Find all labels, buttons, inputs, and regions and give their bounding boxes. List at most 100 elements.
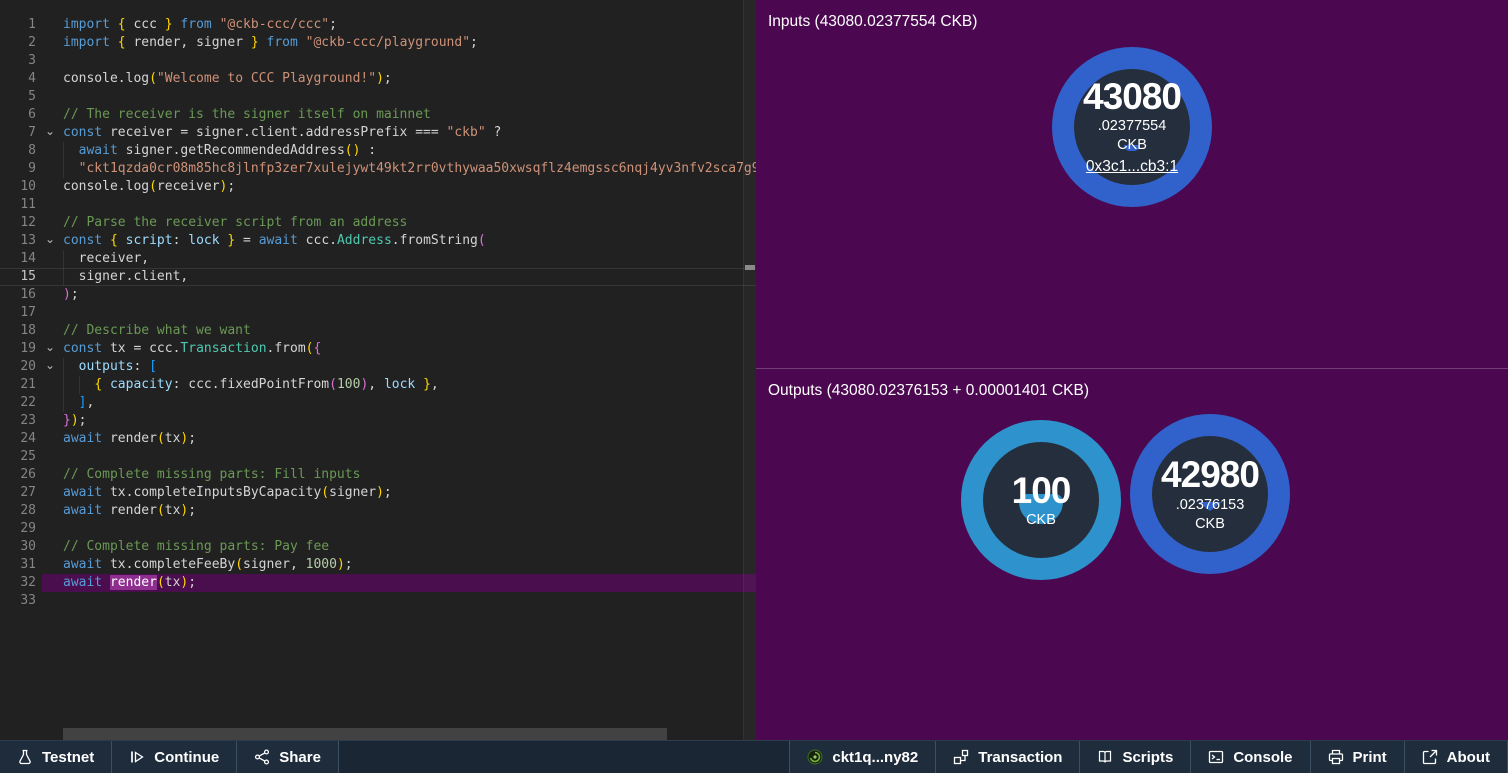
code-content[interactable]: import { ccc } from "@ckb-ccc/ccc"; bbox=[42, 16, 756, 34]
about-button[interactable]: About bbox=[1405, 741, 1508, 773]
code-line[interactable]: 21 { capacity: ccc.fixedPointFrom(100), … bbox=[0, 376, 756, 394]
code-editor[interactable]: 1import { ccc } from "@ckb-ccc/ccc";2imp… bbox=[0, 0, 756, 740]
outpoint-link[interactable]: 0x3c1...cb3:1 bbox=[1086, 158, 1178, 176]
code-line[interactable]: 23}); bbox=[0, 412, 756, 430]
code-content[interactable]: console.log(receiver); bbox=[42, 178, 756, 196]
code-line[interactable]: 7⌄const receiver = signer.client.address… bbox=[0, 124, 756, 142]
code-line[interactable]: 1import { ccc } from "@ckb-ccc/ccc"; bbox=[0, 16, 756, 34]
code-content[interactable]: signer.client, bbox=[42, 268, 756, 286]
testnet-button[interactable]: Testnet bbox=[0, 741, 112, 773]
code-line[interactable]: 33 bbox=[0, 592, 756, 610]
code-content[interactable]: ); bbox=[42, 286, 756, 304]
code-content[interactable]: }); bbox=[42, 412, 756, 430]
code-content[interactable] bbox=[42, 196, 756, 214]
code-line[interactable]: 16); bbox=[0, 286, 756, 304]
code-line[interactable]: 15 signer.client, bbox=[0, 268, 756, 286]
fold-chevron-icon[interactable]: ⌄ bbox=[45, 122, 55, 140]
transaction-button-label: Transaction bbox=[978, 749, 1062, 766]
code-line[interactable]: 9 "ckt1qzda0cr08m85hc8jlnfp3zer7xulejywt… bbox=[0, 160, 756, 178]
code-line[interactable]: 31await tx.completeFeeBy(signer, 1000); bbox=[0, 556, 756, 574]
toolbar-left-group: Testnet ContinueShare bbox=[0, 741, 339, 773]
code-content[interactable]: await signer.getRecommendedAddress() : bbox=[42, 142, 756, 160]
share-button[interactable]: Share bbox=[237, 741, 339, 773]
code-line[interactable]: 12// Parse the receiver script from an a… bbox=[0, 214, 756, 232]
code-line[interactable]: 24await render(tx); bbox=[0, 430, 756, 448]
fold-chevron-icon[interactable]: ⌄ bbox=[45, 230, 55, 248]
code-content[interactable]: await render(tx); bbox=[42, 502, 756, 520]
code-content[interactable]: receiver, bbox=[42, 250, 756, 268]
code-content[interactable] bbox=[42, 52, 756, 70]
code-content[interactable]: import { render, signer } from "@ckb-ccc… bbox=[42, 34, 756, 52]
code-text: import { render, signer } from "@ckb-ccc… bbox=[63, 35, 478, 50]
line-number: 20 bbox=[0, 358, 36, 376]
code-content[interactable]: await tx.completeFeeBy(signer, 1000); bbox=[42, 556, 756, 574]
capacity-amount: 43080 bbox=[1083, 78, 1181, 116]
code-content[interactable] bbox=[42, 448, 756, 466]
code-line[interactable]: 19⌄const tx = ccc.Transaction.from({ bbox=[0, 340, 756, 358]
code-line[interactable]: 22 ], bbox=[0, 394, 756, 412]
code-line[interactable]: 3 bbox=[0, 52, 756, 70]
code-text: // Complete missing parts: Fill inputs bbox=[63, 467, 360, 482]
scripts-button[interactable]: Scripts bbox=[1080, 741, 1191, 773]
continue-button[interactable]: Continue bbox=[112, 741, 237, 773]
code-content[interactable]: await render(tx); bbox=[42, 430, 756, 448]
code-area[interactable]: 1import { ccc } from "@ckb-ccc/ccc";2imp… bbox=[0, 0, 756, 610]
line-number: 30 bbox=[0, 538, 36, 556]
book-icon bbox=[1097, 749, 1113, 765]
code-content[interactable]: // Describe what we want bbox=[42, 322, 756, 340]
code-content[interactable]: ⌄const tx = ccc.Transaction.from({ bbox=[42, 340, 756, 358]
code-text: { capacity: ccc.fixedPointFrom(100), loc… bbox=[63, 377, 439, 392]
indent-guide bbox=[63, 160, 64, 178]
code-content[interactable]: await render(tx); bbox=[42, 574, 756, 592]
code-content[interactable]: ], bbox=[42, 394, 756, 412]
transaction-button[interactable]: Transaction bbox=[936, 741, 1080, 773]
testnet-button-label: Testnet bbox=[42, 749, 94, 766]
code-line[interactable]: 4console.log("Welcome to CCC Playground!… bbox=[0, 70, 756, 88]
code-content[interactable] bbox=[42, 304, 756, 322]
code-line[interactable]: 8 await signer.getRecommendedAddress() : bbox=[0, 142, 756, 160]
code-line[interactable]: 26// Complete missing parts: Fill inputs bbox=[0, 466, 756, 484]
code-content[interactable] bbox=[42, 520, 756, 538]
code-content[interactable] bbox=[42, 592, 756, 610]
code-line[interactable]: 27await tx.completeInputsByCapacity(sign… bbox=[0, 484, 756, 502]
code-content[interactable]: // Parse the receiver script from an add… bbox=[42, 214, 756, 232]
code-content[interactable]: // The receiver is the signer itself on … bbox=[42, 106, 756, 124]
code-line[interactable]: 17 bbox=[0, 304, 756, 322]
code-line[interactable]: 5 bbox=[0, 88, 756, 106]
code-line[interactable]: 11 bbox=[0, 196, 756, 214]
horizontal-scrollbar-thumb[interactable] bbox=[63, 728, 667, 740]
code-content[interactable]: ⌄ outputs: [ bbox=[42, 358, 756, 376]
code-line[interactable]: 28await render(tx); bbox=[0, 502, 756, 520]
code-line[interactable]: 32await render(tx); bbox=[0, 574, 756, 592]
code-line[interactable]: 25 bbox=[0, 448, 756, 466]
code-line[interactable]: 6// The receiver is the signer itself on… bbox=[0, 106, 756, 124]
code-content[interactable]: // Complete missing parts: Pay fee bbox=[42, 538, 756, 556]
code-content[interactable]: console.log("Welcome to CCC Playground!"… bbox=[42, 70, 756, 88]
code-line[interactable]: 29 bbox=[0, 520, 756, 538]
capacity-amount: 42980 bbox=[1161, 456, 1259, 494]
code-content[interactable]: { capacity: ccc.fixedPointFrom(100), loc… bbox=[42, 376, 756, 394]
fold-chevron-icon[interactable]: ⌄ bbox=[45, 356, 55, 374]
fold-chevron-icon[interactable]: ⌄ bbox=[45, 338, 55, 356]
code-content[interactable]: ⌄const { script: lock } = await ccc.Addr… bbox=[42, 232, 756, 250]
identicon-icon bbox=[807, 749, 823, 765]
line-number: 18 bbox=[0, 322, 36, 340]
console-button[interactable]: Console bbox=[1191, 741, 1310, 773]
vertical-scrollbar[interactable] bbox=[743, 0, 756, 740]
code-content[interactable] bbox=[42, 88, 756, 106]
code-line[interactable]: 13⌄const { script: lock } = await ccc.Ad… bbox=[0, 232, 756, 250]
print-button[interactable]: Print bbox=[1311, 741, 1405, 773]
code-line[interactable]: 2import { render, signer } from "@ckb-cc… bbox=[0, 34, 756, 52]
code-content[interactable]: await tx.completeInputsByCapacity(signer… bbox=[42, 484, 756, 502]
code-line[interactable]: 30 // Complete missing parts: Pay fee bbox=[0, 538, 756, 556]
code-line[interactable]: 20 ⌄ outputs: [ bbox=[0, 358, 756, 376]
address-button[interactable]: ckt1q...ny82 bbox=[789, 741, 936, 773]
code-content[interactable]: // Complete missing parts: Fill inputs bbox=[42, 466, 756, 484]
code-line[interactable]: 18 // Describe what we want bbox=[0, 322, 756, 340]
code-line[interactable]: 10console.log(receiver); bbox=[0, 178, 756, 196]
code-content[interactable]: ⌄const receiver = signer.client.addressP… bbox=[42, 124, 756, 142]
code-text: ], bbox=[63, 395, 94, 410]
code-line[interactable]: 14 receiver, bbox=[0, 250, 756, 268]
code-text: await tx.completeInputsByCapacity(signer… bbox=[63, 485, 392, 500]
code-content[interactable]: "ckt1qzda0cr08m85hc8jlnfp3zer7xulejywt49… bbox=[42, 160, 756, 178]
